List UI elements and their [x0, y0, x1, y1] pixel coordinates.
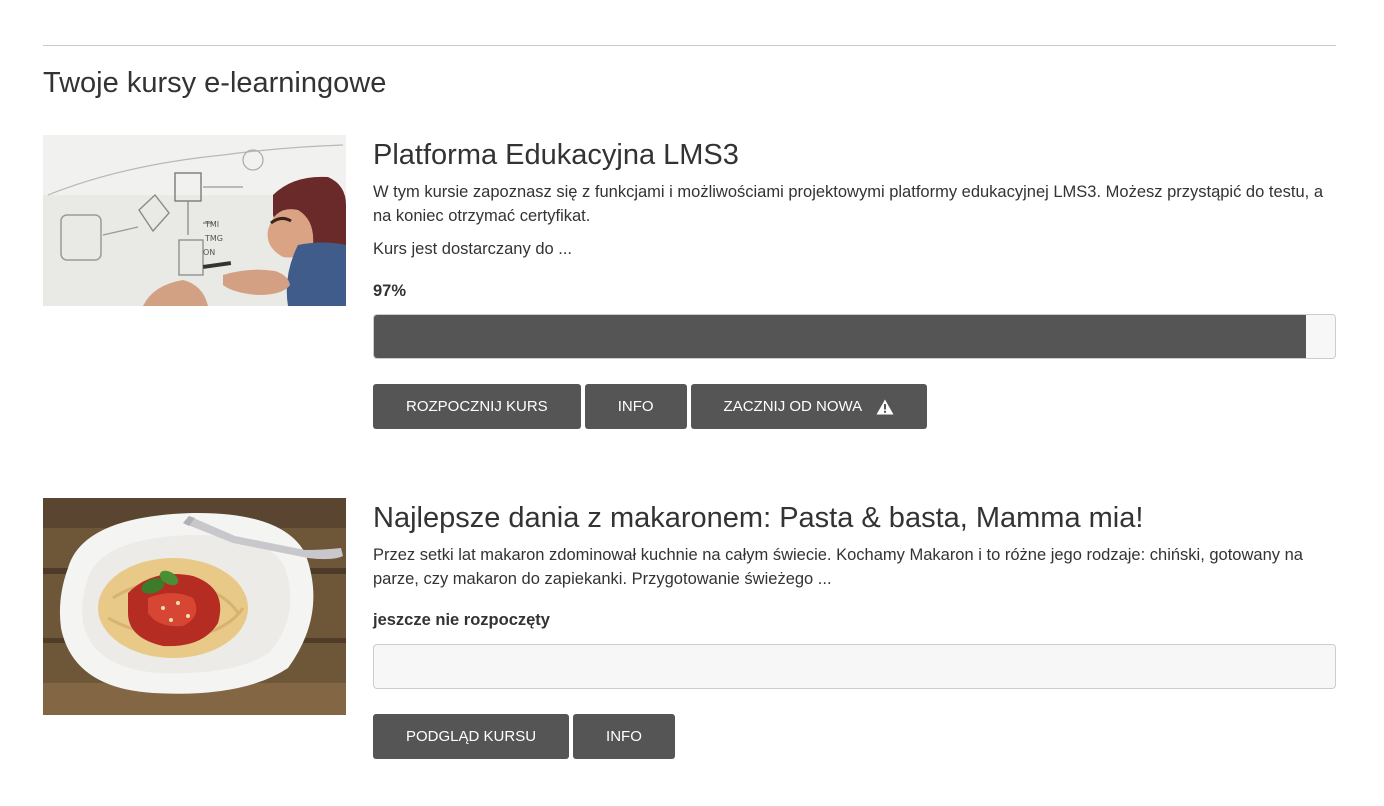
course-actions: ROZPOCZNIJ KURS INFO ZACZNIJ OD NOWA [373, 384, 928, 429]
section-title: Twoje kursy e-learningowe [43, 67, 387, 99]
svg-text:TMI: TMI [204, 220, 219, 229]
preview-course-button[interactable]: PODGLĄD KURSU [373, 714, 570, 759]
progress-status: jeszcze nie rozpoczęty [373, 611, 550, 629]
course-actions: PODGLĄD KURSU INFO [373, 714, 675, 759]
info-button[interactable]: INFO [584, 384, 687, 429]
restart-course-button[interactable]: ZACZNIJ OD NOWA [690, 384, 928, 429]
course-thumbnail[interactable] [43, 498, 346, 715]
course-title[interactable]: Najlepsze dania z makaronem: Pasta & bas… [373, 500, 1143, 536]
info-button[interactable]: INFO [573, 714, 675, 759]
course-extra-info: Kurs jest dostarczany do ... [373, 240, 573, 258]
start-course-button[interactable]: ROZPOCZNIJ KURS [373, 384, 581, 429]
svg-text:TMG: TMG [204, 234, 223, 243]
course-title[interactable]: Platforma Edukacyjna LMS3 [373, 137, 739, 173]
whiteboard-photo: TMI TMG ON [43, 135, 346, 306]
course-description: W tym kursie zapoznasz się z funkcjami i… [373, 183, 1323, 225]
warning-icon [876, 399, 894, 414]
pasta-photo [43, 498, 346, 715]
course-description: Przez setki lat makaron zdominował kuchn… [373, 546, 1303, 588]
progress-bar [373, 314, 1336, 359]
progress-status: 97% [373, 282, 407, 300]
restart-course-label: ZACZNIJ OD NOWA [723, 398, 863, 415]
divider [43, 45, 1336, 46]
progress-bar [373, 644, 1336, 689]
progress-fill [374, 315, 1307, 358]
svg-text:ON: ON [203, 248, 215, 257]
course-thumbnail[interactable]: TMI TMG ON [43, 135, 346, 306]
